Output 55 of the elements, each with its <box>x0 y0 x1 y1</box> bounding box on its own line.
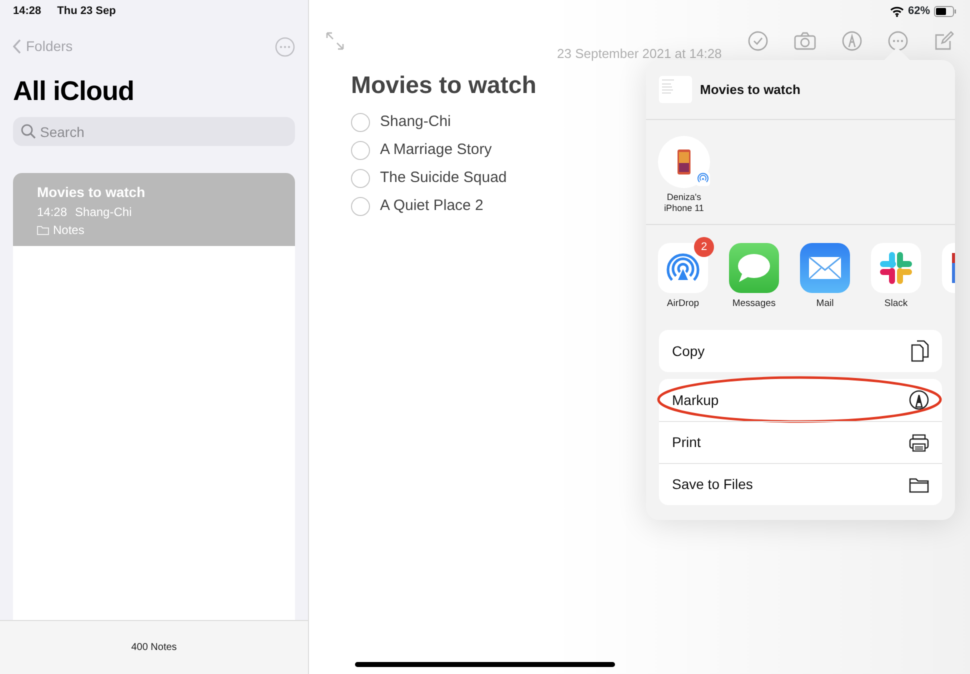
app-tile[interactable] <box>800 243 850 293</box>
app-label: AirDrop <box>666 297 700 311</box>
pen-tip-icon <box>909 390 929 410</box>
copy-icon <box>911 340 929 362</box>
note-title: Movies to watch <box>37 183 146 202</box>
status-time: 14:28 <box>13 4 42 19</box>
note-time: 14:28 <box>37 204 68 221</box>
checklist-circle[interactable] <box>351 168 370 188</box>
wifi-icon <box>890 6 904 17</box>
folder-icon <box>37 225 49 235</box>
share-action[interactable]: Markup <box>659 379 942 421</box>
status-date: Thu 23 Sep <box>57 4 116 19</box>
note-heading: Movies to watch <box>351 71 536 101</box>
more-icon[interactable] <box>275 36 295 56</box>
notification-badge: 2 <box>694 237 714 257</box>
speech-bubble-icon <box>736 252 772 284</box>
checklist-circle[interactable] <box>351 140 370 160</box>
battery-icon <box>934 6 956 17</box>
more-icon[interactable] <box>888 31 908 51</box>
app-tile[interactable] <box>729 243 779 293</box>
app-label: Messages <box>731 297 777 311</box>
search-icon <box>21 124 36 139</box>
folder-title: All iCloud <box>13 74 135 108</box>
share-action[interactable]: Print <box>659 421 942 463</box>
compose-icon[interactable] <box>934 31 954 51</box>
note-preview: Shang-Chi <box>75 204 132 221</box>
checklist-text: The Suicide Squad <box>380 168 507 188</box>
checklist-circle[interactable] <box>351 196 370 216</box>
folder-icon <box>909 476 929 492</box>
app-tile[interactable] <box>658 243 708 293</box>
app-tile[interactable] <box>871 243 921 293</box>
share-title: Movies to watch <box>700 80 800 99</box>
hashtag-logo-icon <box>879 251 913 285</box>
camera-icon[interactable] <box>794 32 816 50</box>
checklist-text: A Quiet Place 2 <box>380 196 484 216</box>
checklist-text: Shang-Chi <box>380 112 451 132</box>
pen-tip-icon[interactable] <box>842 31 862 51</box>
checklist-circle[interactable] <box>351 112 370 132</box>
search-field[interactable]: Search <box>13 117 295 146</box>
expand-icon[interactable] <box>325 31 345 51</box>
phone-icon <box>677 149 691 175</box>
printer-icon <box>909 434 929 452</box>
note-thumbnail <box>659 76 692 103</box>
share-action[interactable]: Copy <box>659 330 942 372</box>
share-action[interactable]: Save to Files <box>659 463 942 505</box>
airdrop-small-icon <box>696 172 710 186</box>
back-chevron-icon <box>13 39 22 54</box>
battery-percent: 62% <box>908 4 930 19</box>
app-label: Mail <box>815 297 835 311</box>
checklist-text: A Marriage Story <box>380 140 492 160</box>
app-label: Slack <box>883 297 909 311</box>
envelope-icon <box>808 256 842 280</box>
checklist-icon[interactable] <box>748 31 768 51</box>
note-folder: Notes <box>53 222 84 239</box>
note-date: 23 September 2021 at 14:28 <box>557 45 722 63</box>
